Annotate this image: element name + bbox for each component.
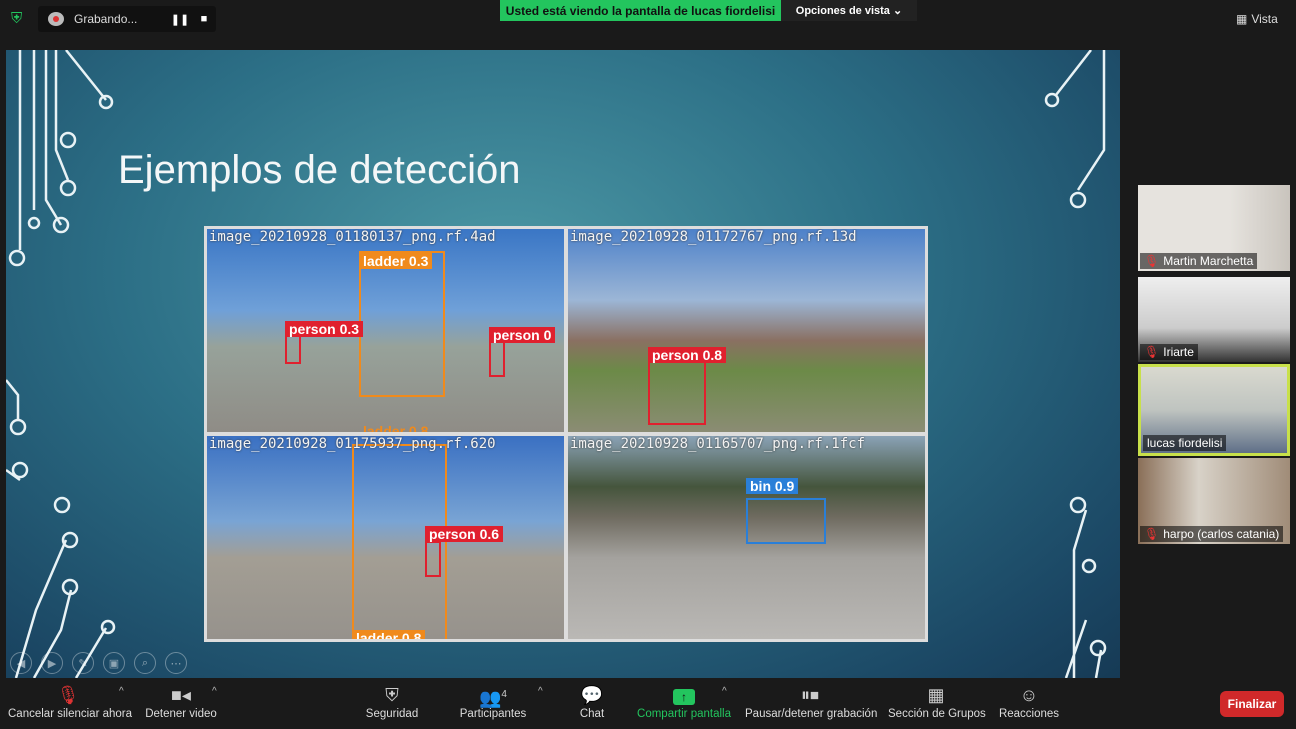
person-box	[425, 541, 441, 577]
recording-label: Grabando...	[74, 12, 138, 26]
people-icon: 👥4	[479, 688, 507, 708]
pause-stop-recording-button[interactable]: ⏸⏹ Pausar/detener grabación	[745, 682, 878, 720]
participant-tile[interactable]: 🎙 harpo (carlos catania)	[1138, 458, 1290, 544]
audio-options-caret[interactable]: ^	[119, 686, 124, 697]
detection-label: person 0.3	[285, 321, 364, 337]
view-options-label: Opciones de vista	[795, 4, 890, 17]
slide-title: Ejemplos de detección	[118, 148, 521, 192]
participant-tile[interactable]: 🎙 Martin Marchetta	[1138, 185, 1290, 271]
share-screen-button[interactable]: ↑ Compartir pantalla	[636, 682, 732, 720]
view-options-button[interactable]: Opciones de vista ⌄	[781, 0, 917, 21]
view-label: Vista	[1251, 12, 1278, 26]
detection-label: person 0.8	[648, 347, 727, 363]
slides-icon[interactable]: ▣	[103, 652, 125, 674]
smiley-plus-icon: ☺	[1019, 685, 1039, 705]
participants-button[interactable]: 👥4 Participantes	[458, 682, 528, 720]
meeting-toolbar: 🎙 Cancelar silenciar ahora ^ ■◂ Detener vi…	[0, 678, 1296, 729]
detection-label: bin 0.9	[746, 478, 799, 494]
detection-image: person 0.6 ladder 0.8 image_20210928_011…	[207, 436, 564, 639]
breakout-rooms-button[interactable]: ▦ Sección de Grupos	[888, 682, 986, 720]
shared-screen: Ejemplos de detección ladder 0.3 person …	[6, 50, 1120, 678]
end-meeting-button[interactable]: Finalizar	[1220, 691, 1284, 717]
participants-label: Participantes	[459, 708, 527, 720]
recording-indicator: Grabando... ❚❚ ■	[38, 6, 216, 32]
stop-video-label: Detener video	[145, 708, 217, 720]
detection-label: person 0	[489, 327, 556, 343]
muted-mic-icon: 🎙	[1144, 527, 1160, 541]
detection-image: ladder 0.3 person 0.3 person 0 ladder 0.…	[207, 229, 564, 432]
pause-recording-button[interactable]: ❚❚	[168, 13, 192, 26]
breakout-grid-icon: ▦	[927, 685, 945, 705]
participant-name: harpo (carlos catania)	[1163, 527, 1280, 541]
next-slide-icon[interactable]: ▶	[41, 652, 63, 674]
more-icon[interactable]: ⋯	[165, 652, 187, 674]
stop-recording-button[interactable]: ■	[192, 13, 216, 25]
shield-icon: ⛨	[385, 685, 399, 705]
detection-label: ladder 0.8	[352, 630, 426, 639]
reactions-button[interactable]: ☺ Reacciones	[998, 682, 1060, 720]
share-screen-label: Compartir pantalla	[637, 708, 731, 720]
share-screen-icon: ↑	[636, 682, 732, 708]
record-label: Pausar/detener grabación	[745, 708, 878, 720]
video-options-caret[interactable]: ^	[212, 686, 217, 697]
security-label: Seguridad	[365, 708, 419, 720]
muted-mic-icon: 🎙	[1144, 254, 1160, 268]
chat-label: Chat	[579, 708, 605, 720]
muted-mic-icon: 🎙	[56, 685, 80, 705]
detection-image: person 0.8 image_20210928_01172767_png.r…	[568, 229, 925, 432]
previous-slide-icon[interactable]: ◀	[10, 652, 32, 674]
participant-name: lucas fiordelisi	[1147, 436, 1223, 450]
share-options-caret[interactable]: ^	[722, 686, 727, 697]
recording-cloud-icon	[48, 12, 64, 26]
participant-name: Martin Marchetta	[1163, 254, 1254, 268]
grid-icon: ▦	[1236, 12, 1248, 26]
unmute-label: Cancelar silenciar ahora	[8, 708, 133, 720]
reactions-label: Reacciones	[998, 708, 1060, 720]
detection-label: ladder 0.3	[359, 253, 433, 269]
image-filename: image_20210928_01175937_png.rf.620	[209, 436, 496, 452]
person-box	[648, 361, 706, 425]
image-filename: image_20210928_01172767_png.rf.13d	[570, 229, 857, 245]
participant-name: Iriarte	[1163, 345, 1194, 359]
unmute-button[interactable]: 🎙 Cancelar silenciar ahora	[8, 682, 132, 720]
sharing-banner: Usted está viendo la pantalla de lucas f…	[500, 0, 781, 21]
view-button[interactable]: ▦ Vista	[1236, 8, 1288, 30]
ladder-box	[359, 251, 445, 397]
stop-video-button[interactable]: ■◂ Detener video	[145, 682, 217, 720]
muted-mic-icon: 🎙	[1144, 345, 1160, 359]
pause-stop-icon: ⏸⏹	[801, 685, 819, 705]
detection-label: person 0.6	[425, 526, 504, 542]
detection-image: bin 0.9 image_20210928_01165707_png.rf.1…	[568, 436, 925, 639]
breakout-label: Sección de Grupos	[888, 708, 986, 720]
participants-options-caret[interactable]: ^	[538, 686, 543, 697]
bin-box	[746, 498, 826, 544]
security-shield-icon[interactable]: ⛨	[11, 10, 27, 28]
image-filename: image_20210928_01165707_png.rf.1fcf	[570, 436, 866, 452]
participant-tile[interactable]: 🎙 Iriarte	[1138, 277, 1290, 362]
detection-image-grid: ladder 0.3 person 0.3 person 0 ladder 0.…	[204, 226, 928, 642]
participant-count: 4	[501, 689, 507, 700]
participant-tile-active[interactable]: lucas fiordelisi	[1138, 364, 1290, 456]
video-camera-icon: ■◂	[171, 685, 191, 705]
slideshow-controls: ◀ ▶ ✎ ▣ ⌕ ⋯	[10, 652, 187, 674]
chevron-down-icon: ⌄	[893, 5, 903, 17]
zoom-icon[interactable]: ⌕	[134, 652, 156, 674]
pen-icon[interactable]: ✎	[72, 652, 94, 674]
chat-button[interactable]: 💬 Chat	[572, 682, 612, 720]
detection-label: ladder 0.8	[363, 423, 429, 432]
chat-bubble-icon: 💬	[580, 685, 604, 705]
image-filename: image_20210928_01180137_png.rf.4ad	[209, 229, 496, 245]
security-button[interactable]: ⛨ Seguridad	[362, 682, 422, 720]
